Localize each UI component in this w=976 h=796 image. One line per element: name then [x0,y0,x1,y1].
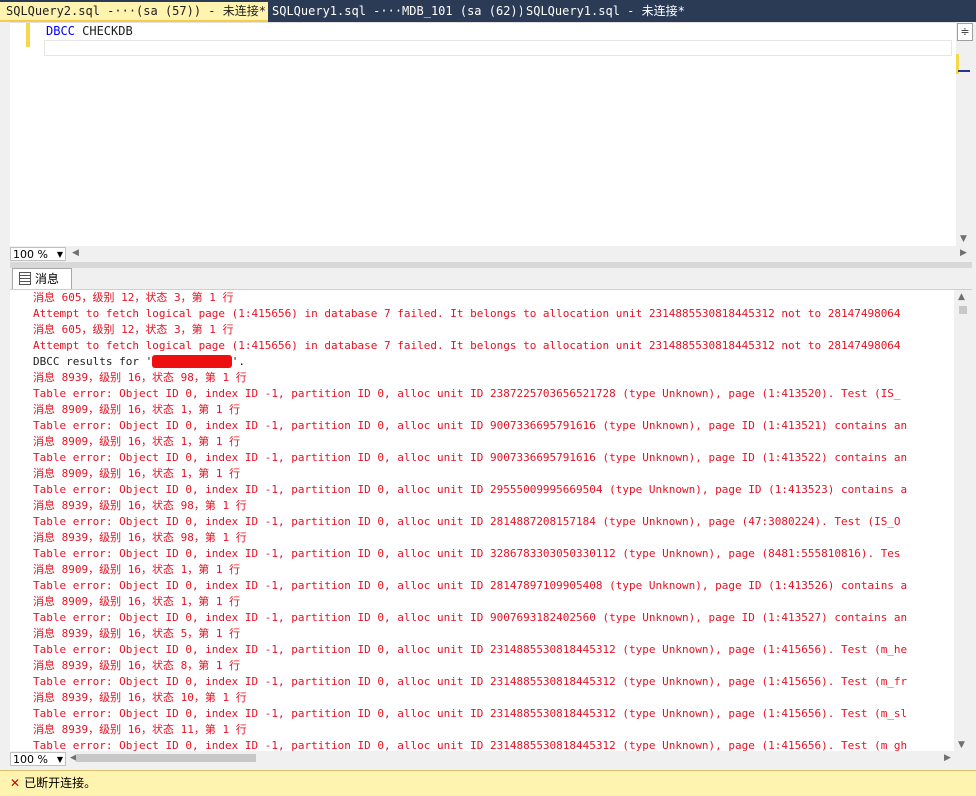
message-line: 消息 8909，级别 16，状态 1，第 1 行 [33,467,241,480]
message-line: 消息 605，级别 12，状态 3，第 1 行 [33,291,234,304]
message-line: 消息 8939，级别 16，状态 10，第 1 行 [33,691,247,704]
change-tracking-bar [26,23,30,47]
query-editor[interactable]: DBCC CHECKDB [10,22,956,247]
scroll-right-arrow-icon[interactable]: ▶ [944,753,951,763]
sql-keyword: DBCC [46,24,75,38]
message-line: 消息 8939，级别 16，状态 8，第 1 行 [33,659,241,672]
message-line: Table error: Object ID 0, index ID -1, p… [33,739,908,751]
message-line: 消息 8909，级别 16，状态 1，第 1 行 [33,595,241,608]
message-line: Attempt to fetch logical page (1:415656)… [33,307,901,320]
message-line: 消息 605，级别 12，状态 3，第 1 行 [33,323,234,336]
scroll-up-arrow-icon[interactable]: ▲ [958,292,965,302]
horizontal-scrollbar-thumb[interactable] [76,754,256,762]
query-text[interactable]: DBCC CHECKDB [46,24,133,38]
message-line: DBCC results for 'R_CHEDB_2006'. [33,355,245,368]
tab-sqlquery2[interactable]: SQLQuery2.sql -···(sa (57)) - 未连接*⊣✕ [0,2,268,22]
message-line: 消息 8939，级别 16，状态 98，第 1 行 [33,531,247,544]
results-zoom-dropdown[interactable]: 100 % ▼ [10,752,66,766]
messages-icon [19,272,31,285]
split-editor-button[interactable]: ≑ [957,23,973,41]
tab-sqlquery1-disconnected[interactable]: SQLQuery1.sql - 未连接* [520,2,718,20]
chevron-down-icon: ▼ [56,755,63,764]
scroll-down-arrow-icon[interactable]: ▼ [958,740,965,750]
message-line: Table error: Object ID 0, index ID -1, p… [33,515,901,528]
message-line: Table error: Object ID 0, index ID -1, p… [33,547,901,560]
tab-sqlquery1-mdb[interactable]: SQLQuery1.sql -···MDB_101 (sa (62))* [266,2,522,20]
message-line: Table error: Object ID 0, index ID -1, p… [33,483,908,496]
results-tab-strip: 消息 [10,268,972,290]
scroll-down-arrow-icon[interactable]: ▼ [960,234,967,244]
messages-vertical-scrollbar[interactable] [954,290,972,751]
message-line: Table error: Object ID 0, index ID -1, p… [33,451,908,464]
scrollbar-caret-marker [958,70,970,72]
message-line: 消息 8939，级别 16，状态 5，第 1 行 [33,627,241,640]
disconnected-icon: ✕ [10,776,21,790]
document-tab-strip: SQLQuery2.sql -···(sa (57)) - 未连接*⊣✕ SQL… [0,0,976,22]
message-line: Table error: Object ID 0, index ID -1, p… [33,675,908,688]
message-line: 消息 8909，级别 16，状态 1，第 1 行 [33,435,241,448]
editor-zoom-bar: 100 % ▼ ◀ ▶ [10,246,972,262]
message-line: Table error: Object ID 0, index ID -1, p… [33,611,908,624]
message-line: Table error: Object ID 0, index ID -1, p… [33,579,908,592]
message-line: 消息 8909，级别 16，状态 1，第 1 行 [33,563,241,576]
message-line: 消息 8939，级别 16，状态 98，第 1 行 [33,499,247,512]
message-line: Table error: Object ID 0, index ID -1, p… [33,707,908,720]
messages-pane[interactable]: 消息 605，级别 12，状态 3，第 1 行 Attempt to fetch … [10,290,954,751]
message-line: 消息 8909，级别 16，状态 1，第 1 行 [33,403,241,416]
status-text: 已断开连接。 [24,776,97,790]
chevron-down-icon: ▼ [56,250,63,259]
message-line: 消息 8939，级别 16，状态 98，第 1 行 [33,371,247,384]
tab-label: SQLQuery1.sql - 未连接* [526,4,685,18]
sql-text: CHECKDB [74,24,133,38]
tab-label: SQLQuery1.sql -···MDB_101 (sa (62))* [272,4,522,18]
scroll-left-arrow-icon[interactable]: ◀ [72,248,79,258]
status-bar: ✕ 已断开连接。 [0,770,976,796]
zoom-value: 100 % [13,753,48,766]
zoom-value: 100 % [13,248,48,261]
message-line: Table error: Object ID 0, index ID -1, p… [33,387,901,400]
tab-label: SQLQuery2.sql -···(sa (57)) - 未连接* [6,4,266,18]
message-line: Table error: Object ID 0, index ID -1, p… [33,419,908,432]
redacted-database-name: R_CHEDB_2006 [152,355,232,368]
tab-messages[interactable]: 消息 [12,268,72,289]
scroll-right-arrow-icon[interactable]: ▶ [960,248,967,258]
current-line-highlight [44,40,952,56]
message-line: Table error: Object ID 0, index ID -1, p… [33,643,908,656]
editor-zoom-dropdown[interactable]: 100 % ▼ [10,247,66,261]
tab-messages-label: 消息 [35,272,60,286]
message-line: Attempt to fetch logical page (1:415656)… [33,339,901,352]
message-line: 消息 8939，级别 16，状态 11，第 1 行 [33,723,247,736]
scrollbar-thumb[interactable] [959,306,967,314]
